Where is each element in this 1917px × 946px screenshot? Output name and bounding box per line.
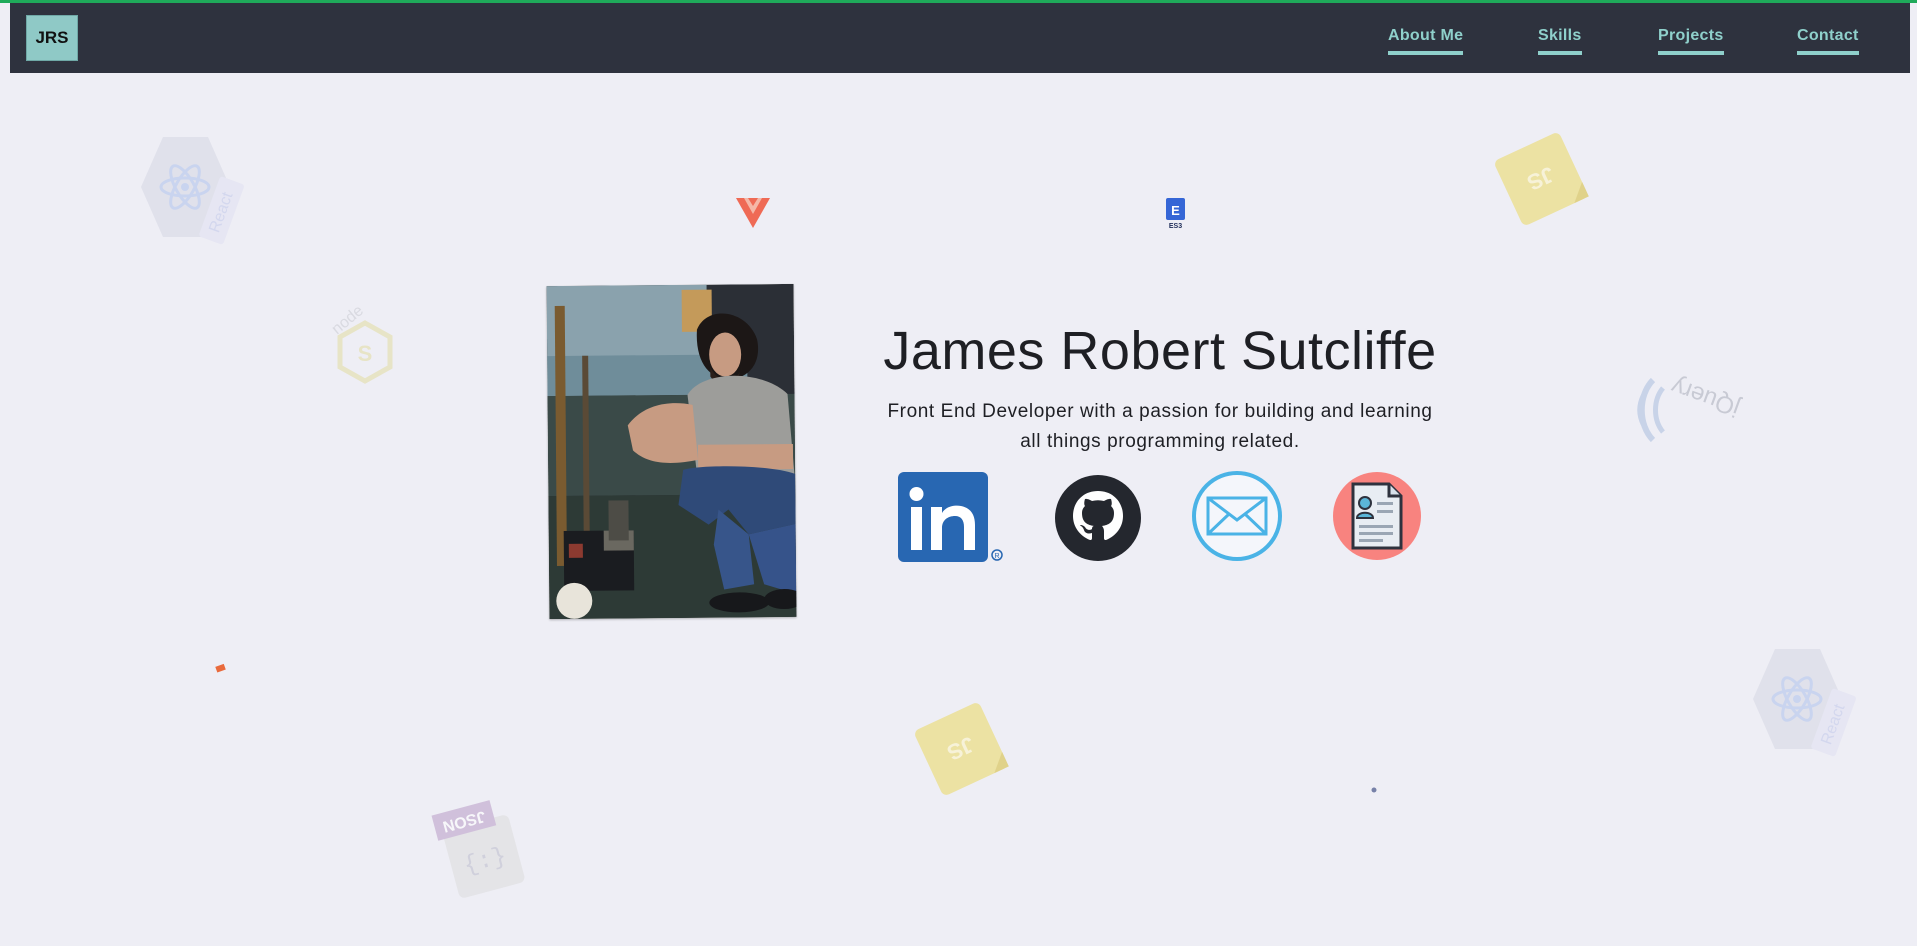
jquery-icon: jQuery bbox=[1637, 372, 1743, 443]
svg-text:E: E bbox=[1171, 203, 1180, 218]
react-icon: React bbox=[141, 137, 244, 245]
dot-icon bbox=[1371, 787, 1377, 793]
email-icon[interactable] bbox=[1191, 470, 1283, 562]
navbar: JRS About Me Skills Projects Contact bbox=[10, 3, 1910, 73]
nav-about-me[interactable]: About Me bbox=[1388, 27, 1464, 55]
hero-name: James Robert Sutcliffe bbox=[883, 321, 1437, 381]
hero-tagline: Front End Developer with a passion for b… bbox=[860, 397, 1460, 457]
nav-skills[interactable]: Skills bbox=[1538, 27, 1582, 55]
github-icon[interactable] bbox=[1052, 470, 1144, 562]
jquery-label: jQuery bbox=[1668, 372, 1743, 422]
nav-contact[interactable]: Contact bbox=[1797, 27, 1859, 55]
html-icon bbox=[215, 663, 226, 673]
svg-text:S: S bbox=[358, 341, 373, 366]
profile-photo bbox=[546, 283, 797, 620]
vue-icon bbox=[736, 198, 770, 228]
linkedin-icon[interactable]: R bbox=[897, 470, 1005, 562]
nav-projects[interactable]: Projects bbox=[1658, 27, 1724, 55]
tagline-line-1: Front End Developer with a passion for b… bbox=[887, 401, 1433, 422]
node-icon: S node bbox=[329, 302, 393, 384]
js-icon: JS bbox=[1495, 133, 1589, 225]
svg-text:R: R bbox=[994, 553, 999, 560]
tagline-line-2: all things programming related. bbox=[1020, 431, 1300, 452]
es6-label: ES3 bbox=[1169, 223, 1182, 230]
json-icon: JSON {:} bbox=[431, 800, 525, 898]
resume-icon[interactable] bbox=[1331, 470, 1423, 562]
es6-icon: E ES3 bbox=[1166, 198, 1185, 230]
site-logo[interactable]: JRS bbox=[26, 15, 78, 61]
react-icon-2: React bbox=[1753, 649, 1856, 757]
js-icon-2: JS bbox=[915, 703, 1009, 795]
